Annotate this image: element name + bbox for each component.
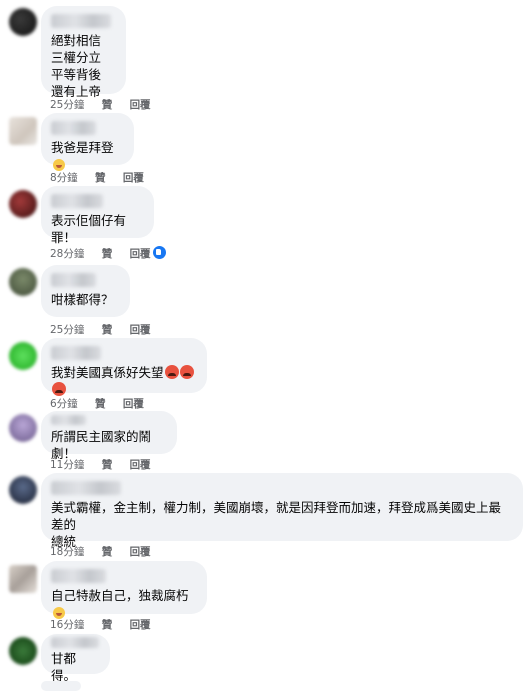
reply-button[interactable]: 回覆 [123,398,144,410]
like-button[interactable]: 贊 [102,99,113,111]
comment-bubble: 甘都得。 [41,634,110,683]
comment-text: 表示佢個仔有罪！ [51,213,127,245]
timestamp[interactable]: 8分鐘 [50,172,78,184]
like-button[interactable]: 贊 [102,619,113,631]
comment-actions: 11分鐘 贊 回覆 [50,457,165,472]
comment-bubble: 所謂民主國家的鬧劇！ [41,411,177,461]
commenter-name[interactable] [51,273,96,287]
commenter-name[interactable] [51,121,96,135]
commenter-name[interactable] [51,569,106,583]
like-button[interactable]: 贊 [102,324,113,336]
comment-actions: 28分鐘 贊 回覆 [50,246,165,261]
comment-text: 甘都得。 [51,651,77,683]
timestamp[interactable]: 16分鐘 [50,619,84,631]
commenter-name[interactable] [51,14,111,28]
comment-actions: 18分鐘 贊 回覆 [50,544,165,559]
comment-bubble: 絕對相信 三權分立 平等背後 還有上帝 [41,6,126,99]
comment-actions: 6分鐘 贊 回覆 [50,396,158,411]
comment-text: 咁樣都得？ [51,292,114,307]
timestamp[interactable]: 6分鐘 [50,398,78,410]
like-button[interactable]: 贊 [102,459,113,471]
commenter-name[interactable] [51,194,103,208]
comment-bubble: 咁樣都得？ [41,265,130,317]
reply-button[interactable]: 回覆 [123,172,144,184]
comment-actions: 25分鐘 贊 回覆 [50,322,165,337]
angry-emoji [179,365,194,379]
comment-text: 平等背後 [51,67,102,82]
avatar[interactable] [9,190,37,218]
comment-text: 絕對相信 [51,33,102,48]
avatar[interactable] [9,117,37,145]
reply-button[interactable]: 回覆 [130,248,151,260]
angry-emoji [164,365,179,379]
commenter-name[interactable] [51,481,121,495]
avatar[interactable] [9,342,37,370]
comment-bubble: 我爸是拜登 [41,113,134,171]
commenter-name[interactable] [51,346,101,360]
timestamp[interactable]: 11分鐘 [50,459,84,471]
avatar[interactable] [9,476,37,504]
like-button[interactable]: 贊 [102,248,113,260]
avatar[interactable] [9,637,37,665]
comment-bubble: 我對美國真係好失望 [41,338,207,396]
comment-actions: 25分鐘 贊 回覆 [50,97,165,112]
reply-button[interactable]: 回覆 [130,546,151,558]
avatar[interactable] [9,268,37,296]
commenter-name[interactable] [51,637,99,648]
like-button[interactable]: 贊 [95,398,106,410]
timestamp[interactable]: 25分鐘 [50,324,84,336]
comment-text: 三權分立 [51,50,102,65]
comment-text: 美式霸權，金主制，權力制，美國崩壞，就是因拜登而加速，拜登成爲美國史上最差的 [51,500,502,532]
comment-bubble: 美式霸權，金主制，權力制，美國崩壞，就是因拜登而加速，拜登成爲美國史上最差的 總… [41,473,523,549]
like-button[interactable]: 贊 [95,172,106,184]
avatar[interactable] [9,8,37,36]
angry-emoji [52,382,66,396]
timestamp[interactable]: 28分鐘 [50,248,84,260]
avatar[interactable] [9,565,37,593]
comment-bubble-partial [41,681,81,691]
timestamp[interactable]: 25分鐘 [50,99,84,111]
comment-bubble: 自己特赦自己，独裁腐朽 [41,561,207,619]
reply-button[interactable]: 回覆 [130,619,151,631]
avatar[interactable] [9,414,37,442]
like-button[interactable]: 贊 [102,546,113,558]
comment-text: 我爸是拜登 [51,139,124,173]
reply-button[interactable]: 回覆 [130,459,151,471]
comment-text: 自己特赦自己，独裁腐朽 [51,587,197,621]
commenter-name[interactable] [51,415,86,425]
reply-button[interactable]: 回覆 [130,99,151,111]
reply-button[interactable]: 回覆 [130,324,151,336]
comment-bubble: 表示佢個仔有罪！ [41,186,154,245]
comment-text: 我對美國真係好失望 [51,364,197,398]
timestamp[interactable]: 18分鐘 [50,546,84,558]
comment-actions: 8分鐘 贊 回覆 [50,170,158,185]
comment-actions: 16分鐘 贊 回覆 [50,617,165,632]
